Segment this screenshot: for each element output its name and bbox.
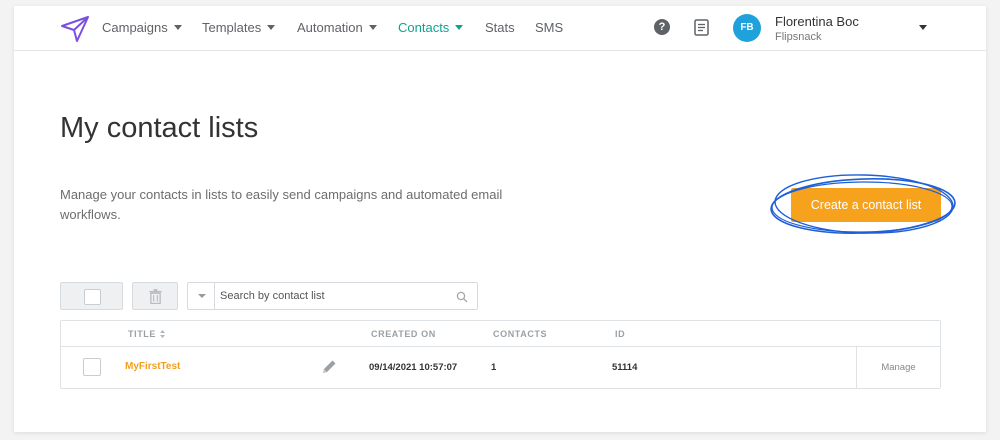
pencil-icon[interactable] [320,358,338,376]
row-title-link[interactable]: MyFirstTest [125,361,180,372]
table-header: TITLE CREATED ON CONTACTS ID [61,321,940,347]
column-title-label: TITLE [128,329,156,339]
help-icon[interactable]: ? [654,19,670,35]
avatar[interactable]: FB [733,14,761,42]
create-contact-list-button[interactable]: Create a contact list [791,188,941,222]
nav-campaigns-label: Campaigns [102,20,168,35]
manage-button[interactable]: Manage [856,347,940,388]
nav-contacts-label: Contacts [398,20,450,35]
search-box [187,282,478,310]
notes-icon[interactable] [694,19,709,36]
delete-button[interactable] [132,282,178,310]
column-header-created-on: CREATED ON [371,329,436,339]
row-contacts-count: 1 [491,362,497,373]
search-icon[interactable] [456,291,468,303]
nav-contacts[interactable]: Contacts [398,20,464,35]
nav-automation-label: Automation [297,20,363,35]
user-company: Flipsnack [775,31,822,43]
chevron-down-icon [173,25,182,30]
logo-icon[interactable] [58,12,92,46]
chevron-down-icon [368,25,377,30]
select-all-checkbox[interactable] [84,289,101,305]
page-description: Manage your contacts in lists to easily … [60,187,503,222]
nav-templates[interactable]: Templates [202,20,276,35]
nav-sms-label: SMS [535,20,564,35]
search-input[interactable] [220,287,450,305]
column-header-contacts: CONTACTS [493,329,548,339]
row-created-on: 09/14/2021 10:57:07 [369,362,458,373]
chevron-down-icon [267,25,276,30]
search-filter-dropdown[interactable] [188,283,215,309]
nav-stats[interactable]: Stats [485,20,515,35]
top-navigation: Campaigns Templates Automation Contacts … [14,6,986,51]
row-checkbox[interactable] [83,358,101,376]
user-menu-chevron-icon[interactable] [919,25,927,30]
column-header-title[interactable]: TITLE [128,329,165,339]
nav-sms[interactable]: SMS [535,20,563,35]
nav-campaigns[interactable]: Campaigns [102,20,182,35]
chevron-down-icon [455,25,464,30]
nav-templates-label: Templates [202,20,262,35]
user-name[interactable]: Florentina Boc [775,14,859,29]
nav-stats-label: Stats [485,20,515,35]
table-row: MyFirstTest 09/14/2021 10:57:07 1 51114 … [61,347,940,388]
row-id: 51114 [612,362,638,373]
column-header-id: ID [615,329,626,339]
page-title: My contact lists [60,112,259,144]
contact-lists-table: TITLE CREATED ON CONTACTS ID MyFirstTest… [60,320,941,389]
select-all-button[interactable] [60,282,123,310]
trash-icon [149,289,162,304]
sort-icon [160,330,165,338]
nav-automation[interactable]: Automation [297,20,377,35]
main-card: Campaigns Templates Automation Contacts … [14,6,986,432]
